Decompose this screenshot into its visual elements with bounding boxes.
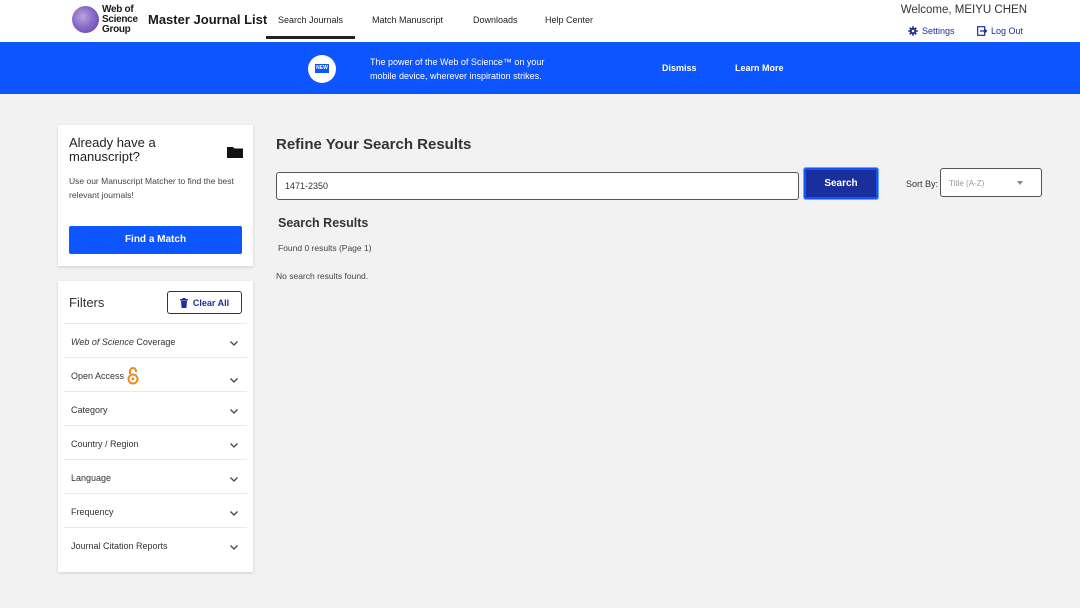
filter-language[interactable]: Language xyxy=(64,459,247,492)
sort-by-select[interactable]: Title (A-Z) xyxy=(940,168,1042,197)
app-title[interactable]: Master Journal List xyxy=(148,12,267,27)
filters-title: Filters xyxy=(69,295,105,310)
banner-line-2: mobile device, wherever inspiration stri… xyxy=(370,71,542,81)
dropdown-caret-icon xyxy=(1017,181,1023,185)
learn-more-link[interactable]: Learn More xyxy=(735,63,784,73)
manuscript-matcher-card: Already have a manuscript? Use our Manus… xyxy=(58,125,253,266)
welcome-message: Welcome, MEIYU CHEN xyxy=(900,4,1027,16)
filter-label: Frequency xyxy=(71,507,114,517)
chevron-down-icon xyxy=(230,477,238,482)
filters-panel: Filters Clear All Web of Science Coverag… xyxy=(58,281,253,572)
filter-label: Category xyxy=(71,405,108,415)
clear-all-label: Clear All xyxy=(192,297,230,308)
filter-category[interactable]: Category xyxy=(64,391,247,424)
chevron-down-icon xyxy=(230,409,238,414)
results-count: Found 0 results (Page 1) xyxy=(278,243,372,253)
new-badge-icon: NEW xyxy=(308,55,336,83)
banner-line-1: The power of the Web of Science™ on your xyxy=(370,57,545,67)
gear-icon xyxy=(908,26,918,36)
promo-banner: NEW The power of the Web of Science™ on … xyxy=(0,42,1080,94)
chevron-down-icon xyxy=(230,341,238,346)
logout-link[interactable]: Log Out xyxy=(977,26,1023,36)
results-heading: Search Results xyxy=(278,216,369,230)
filter-web-of-science-coverage[interactable]: Web of Science Coverage xyxy=(64,323,247,356)
banner-message: The power of the Web of Science™ on your… xyxy=(370,55,544,83)
filter-frequency[interactable]: Frequency xyxy=(64,493,247,526)
nav-search-journals[interactable]: Search Journals xyxy=(265,15,356,39)
logout-icon xyxy=(977,26,987,36)
web-of-science-group-logo[interactable]: Web of Science Group xyxy=(72,4,140,36)
search-button[interactable]: Search xyxy=(804,168,878,199)
filter-country-region[interactable]: Country / Region xyxy=(64,425,247,458)
top-navigation-bar: Web of Science Group Master Journal List… xyxy=(0,0,1080,42)
search-input[interactable] xyxy=(276,172,799,200)
filter-label: Journal Citation Reports xyxy=(71,541,168,551)
nav-help-center[interactable]: Help Center xyxy=(545,15,593,25)
settings-label: Settings xyxy=(922,26,955,36)
manuscript-card-title: Already have a manuscript? xyxy=(69,135,156,164)
open-access-icon xyxy=(127,367,139,385)
sort-by-label: Sort By: xyxy=(906,179,939,189)
logo-text: Web of Science Group xyxy=(102,4,138,35)
chevron-down-icon xyxy=(230,511,238,516)
logo-mark-icon xyxy=(72,6,99,33)
chevron-down-icon xyxy=(230,545,238,550)
find-a-match-button[interactable]: Find a Match xyxy=(69,226,242,254)
manuscript-card-description: Use our Manuscript Matcher to find the b… xyxy=(69,176,234,200)
filter-open-access[interactable]: Open Access xyxy=(64,357,247,390)
sort-selected-value: Title (A-Z) xyxy=(949,179,985,188)
filter-label: Open Access xyxy=(71,366,139,385)
dismiss-button[interactable]: Dismiss xyxy=(662,63,697,73)
trash-icon xyxy=(179,297,188,308)
nav-match-manuscript[interactable]: Match Manuscript xyxy=(372,15,443,25)
filter-label: Language xyxy=(71,473,112,483)
logout-label: Log Out xyxy=(991,26,1024,36)
new-badge-label: NEW xyxy=(315,64,329,73)
settings-link[interactable]: Settings xyxy=(908,26,955,36)
chevron-down-icon xyxy=(230,378,238,383)
chevron-down-icon xyxy=(230,443,238,448)
filter-label: Web of Science Coverage xyxy=(71,337,176,347)
filter-journal-citation-reports[interactable]: Journal Citation Reports xyxy=(64,527,247,560)
no-results-message: No search results found. xyxy=(276,271,369,281)
page-title: Refine Your Search Results xyxy=(276,136,472,153)
filter-label: Country / Region xyxy=(71,439,139,449)
folder-icon xyxy=(227,147,243,158)
clear-all-button[interactable]: Clear All xyxy=(167,291,242,314)
nav-downloads[interactable]: Downloads xyxy=(473,15,518,25)
